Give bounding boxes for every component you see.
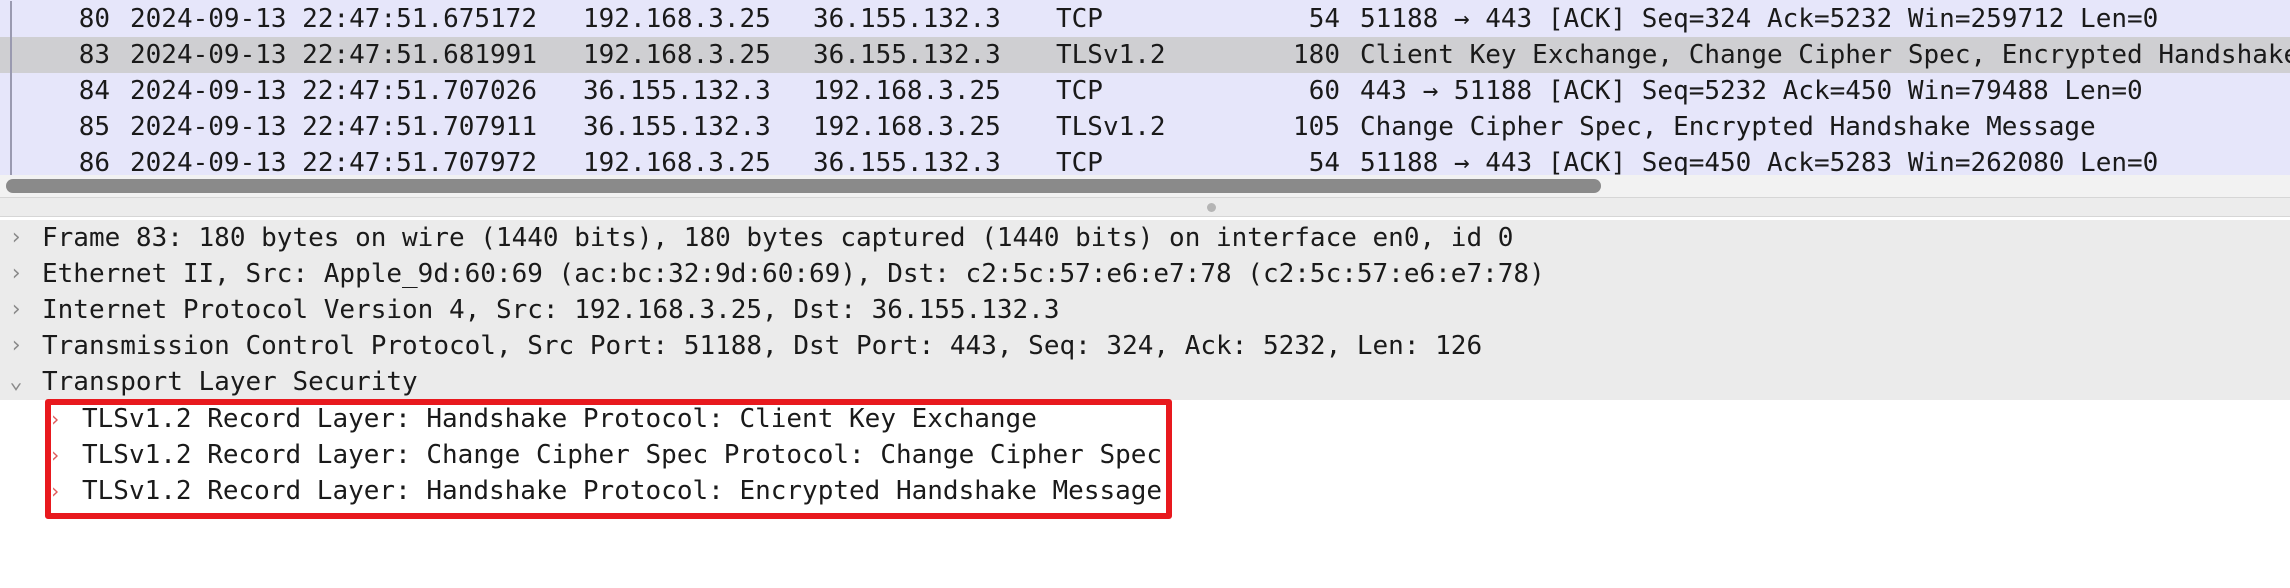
packet-number: 84 [78, 76, 110, 106]
packet-list: 80 2024-09-13 22:47:51.675172 192.168.3.… [0, 0, 2290, 175]
packet-length: 60 [1308, 76, 1340, 106]
chevron-right-icon[interactable]: › [6, 220, 26, 256]
detail-row-ethernet[interactable]: › Ethernet II, Src: Apple_9d:60:69 (ac:b… [0, 256, 2290, 292]
chevron-right-icon[interactable]: › [6, 256, 26, 292]
horizontal-scrollbar[interactable] [0, 175, 2290, 197]
row-marker [10, 73, 12, 109]
packet-protocol: TLSv1.2 [1056, 40, 1166, 70]
detail-text: Transmission Control Protocol, Src Port:… [42, 331, 1483, 361]
packet-time: 2024-09-13 22:47:51.707026 [130, 76, 537, 106]
detail-row-tls[interactable]: ⌄ Transport Layer Security [0, 364, 2290, 400]
packet-info: 51188 → 443 [ACK] Seq=450 Ack=5283 Win=2… [1360, 148, 2159, 175]
detail-text: Frame 83: 180 bytes on wire (1440 bits),… [42, 223, 1514, 253]
row-marker [10, 109, 12, 145]
packet-protocol: TCP [1056, 4, 1103, 34]
packet-info: Change Cipher Spec, Encrypted Handshake … [1360, 112, 2096, 142]
chevron-right-icon[interactable]: › [46, 473, 64, 509]
tls-record-row[interactable]: › TLSv1.2 Record Layer: Handshake Protoc… [0, 401, 2290, 437]
packet-time: 2024-09-13 22:47:51.707972 [130, 148, 537, 175]
packet-time: 2024-09-13 22:47:51.681991 [130, 40, 537, 70]
row-marker [10, 37, 12, 73]
packet-destination: 36.155.132.3 [813, 4, 1001, 34]
packet-protocol: TCP [1056, 76, 1103, 106]
detail-text: Internet Protocol Version 4, Src: 192.16… [42, 295, 1060, 325]
packet-protocol: TCP [1056, 148, 1103, 175]
packet-destination: 192.168.3.25 [813, 76, 1001, 106]
packet-time: 2024-09-13 22:47:51.675172 [130, 4, 537, 34]
pane-splitter[interactable] [0, 197, 2290, 217]
packet-number: 86 [78, 148, 110, 175]
detail-text: Ethernet II, Src: Apple_9d:60:69 (ac:bc:… [42, 259, 1545, 289]
packet-protocol: TLSv1.2 [1056, 112, 1166, 142]
packet-length: 180 [1293, 40, 1340, 70]
packet-row[interactable]: 80 2024-09-13 22:47:51.675172 192.168.3.… [0, 1, 2290, 37]
chevron-down-icon[interactable]: ⌄ [6, 364, 26, 400]
packet-source: 36.155.132.3 [583, 112, 771, 142]
packet-row[interactable]: 84 2024-09-13 22:47:51.707026 36.155.132… [0, 73, 2290, 109]
chevron-right-icon[interactable]: › [6, 292, 26, 328]
tls-record-text: TLSv1.2 Record Layer: Handshake Protocol… [82, 404, 1037, 434]
detail-row-tcp[interactable]: › Transmission Control Protocol, Src Por… [0, 328, 2290, 364]
scrollbar-thumb[interactable] [6, 179, 1601, 193]
packet-source: 36.155.132.3 [583, 76, 771, 106]
detail-row-ipv4[interactable]: › Internet Protocol Version 4, Src: 192.… [0, 292, 2290, 328]
tls-record-text: TLSv1.2 Record Layer: Handshake Protocol… [82, 476, 1163, 506]
packet-row[interactable]: 85 2024-09-13 22:47:51.707911 36.155.132… [0, 109, 2290, 145]
packet-number: 83 [78, 40, 110, 70]
packet-info: Client Key Exchange, Change Cipher Spec,… [1360, 40, 2290, 70]
packet-row-selected[interactable]: 83 2024-09-13 22:47:51.681991 192.168.3.… [0, 37, 2290, 73]
packet-info: 51188 → 443 [ACK] Seq=324 Ack=5232 Win=2… [1360, 4, 2159, 34]
packet-info: 443 → 51188 [ACK] Seq=5232 Ack=450 Win=7… [1360, 76, 2143, 106]
detail-row-frame[interactable]: › Frame 83: 180 bytes on wire (1440 bits… [0, 220, 2290, 256]
packet-length: 54 [1308, 148, 1340, 175]
row-marker [10, 1, 12, 37]
packet-source: 192.168.3.25 [583, 40, 771, 70]
packet-destination: 36.155.132.3 [813, 148, 1001, 175]
packet-destination: 36.155.132.3 [813, 40, 1001, 70]
packet-source: 192.168.3.25 [583, 4, 771, 34]
chevron-right-icon[interactable]: › [6, 328, 26, 364]
packet-destination: 192.168.3.25 [813, 112, 1001, 142]
chevron-right-icon[interactable]: › [46, 401, 64, 437]
packet-number: 85 [78, 112, 110, 142]
packet-length: 105 [1293, 112, 1340, 142]
packet-row[interactable]: 86 2024-09-13 22:47:51.707972 192.168.3.… [0, 145, 2290, 175]
detail-text: Transport Layer Security [42, 367, 418, 397]
tls-record-row[interactable]: › TLSv1.2 Record Layer: Handshake Protoc… [0, 473, 2290, 509]
splitter-handle-icon[interactable] [1207, 203, 1216, 212]
packet-details-pane: › Frame 83: 180 bytes on wire (1440 bits… [0, 217, 2290, 588]
packet-length: 54 [1308, 4, 1340, 34]
packet-source: 192.168.3.25 [583, 148, 771, 175]
packet-number: 80 [78, 4, 110, 34]
tls-record-text: TLSv1.2 Record Layer: Change Cipher Spec… [82, 440, 1163, 470]
row-marker [10, 145, 12, 175]
packet-time: 2024-09-13 22:47:51.707911 [130, 112, 537, 142]
tls-record-row[interactable]: › TLSv1.2 Record Layer: Change Cipher Sp… [0, 437, 2290, 473]
chevron-right-icon[interactable]: › [46, 437, 64, 473]
